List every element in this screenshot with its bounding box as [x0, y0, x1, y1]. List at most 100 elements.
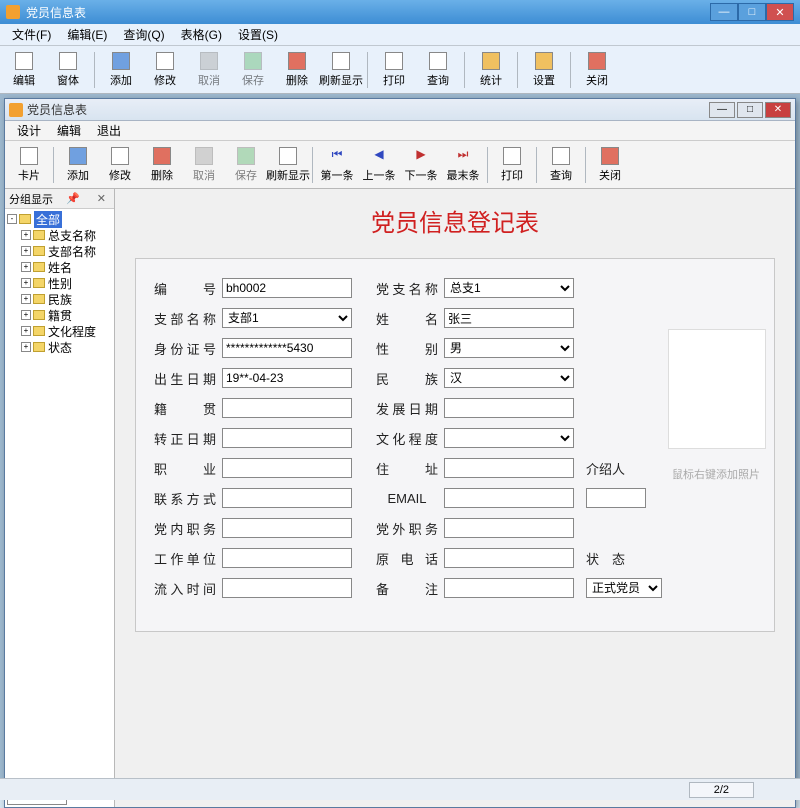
- inner-maximize-button[interactable]: □: [737, 102, 763, 118]
- toolbar-label: 卡片: [18, 167, 40, 183]
- add-button[interactable]: 添加: [58, 145, 98, 185]
- inflow-input[interactable]: [222, 578, 352, 598]
- dutyin-input[interactable]: [222, 518, 352, 538]
- next-icon: ▶: [412, 147, 430, 165]
- tree-node[interactable]: + 性别: [7, 275, 112, 291]
- add-button[interactable]: 添加: [101, 50, 141, 90]
- expand-icon[interactable]: +: [21, 326, 31, 336]
- branch-sub-select[interactable]: 支部1: [222, 308, 352, 328]
- tree-node[interactable]: + 文化程度: [7, 323, 112, 339]
- tree-label: 文化程度: [48, 323, 96, 340]
- tree-node[interactable]: +状态: [7, 339, 112, 355]
- email-input[interactable]: [444, 488, 574, 508]
- close-button[interactable]: 关闭: [590, 145, 630, 185]
- id-input[interactable]: [222, 278, 352, 298]
- status-select[interactable]: 正式党员: [586, 578, 662, 598]
- save-button[interactable]: 保存: [233, 50, 273, 90]
- label-origin: 籍 贯: [154, 399, 216, 418]
- toolbar-label: 窗体: [57, 72, 79, 88]
- menu-item[interactable]: 退出: [89, 121, 129, 140]
- branch-main-select[interactable]: 总支1: [444, 278, 574, 298]
- minimize-button[interactable]: —: [710, 3, 738, 21]
- prev-button[interactable]: ◀上一条: [359, 145, 399, 185]
- devdate-input[interactable]: [444, 398, 574, 418]
- close-button[interactable]: 关闭: [577, 50, 617, 90]
- modify-button[interactable]: 修改: [100, 145, 140, 185]
- sidebar-tree[interactable]: -全部+总支名称+支部名称+姓名+性别+民族+籍贯+文化程度+状态: [5, 209, 114, 787]
- expand-icon[interactable]: +: [21, 262, 31, 272]
- sidebar-close-icon[interactable]: ✕: [93, 192, 110, 205]
- delete-button[interactable]: 删除: [142, 145, 182, 185]
- edit-button[interactable]: 编辑: [4, 50, 44, 90]
- label-transdate: 转正日期: [154, 429, 216, 448]
- maximize-button[interactable]: □: [738, 3, 766, 21]
- tree-root[interactable]: -全部: [7, 211, 112, 227]
- inner-close-button[interactable]: ✕: [765, 102, 791, 118]
- intro-input[interactable]: [586, 488, 646, 508]
- menu-item[interactable]: 编辑: [49, 121, 89, 140]
- label-email: EMAIL: [376, 491, 438, 506]
- expand-icon[interactable]: +: [21, 246, 31, 256]
- remark-input[interactable]: [444, 578, 574, 598]
- form-button[interactable]: 窗体: [48, 50, 88, 90]
- tree-node[interactable]: +支部名称: [7, 243, 112, 259]
- expand-icon[interactable]: +: [21, 310, 31, 320]
- tree-node[interactable]: +籍贯: [7, 307, 112, 323]
- expand-icon[interactable]: +: [21, 278, 31, 288]
- job-input[interactable]: [222, 458, 352, 478]
- expand-icon[interactable]: +: [21, 230, 31, 240]
- dutyout-input[interactable]: [444, 518, 574, 538]
- cancel-button[interactable]: 取消: [189, 50, 229, 90]
- contact-input[interactable]: [222, 488, 352, 508]
- expand-icon[interactable]: +: [21, 342, 31, 352]
- menu-item[interactable]: 设置(S): [230, 24, 286, 45]
- last-button[interactable]: ⏭最末条: [443, 145, 483, 185]
- sidebar-pin-icon[interactable]: 📌: [62, 192, 84, 205]
- modify-icon: [111, 147, 129, 165]
- save-button[interactable]: 保存: [226, 145, 266, 185]
- refresh-button[interactable]: 刷新显示: [268, 145, 308, 185]
- tree-node[interactable]: +姓名: [7, 259, 112, 275]
- name-input[interactable]: [444, 308, 574, 328]
- menu-item[interactable]: 文件(F): [4, 24, 59, 45]
- origin-input[interactable]: [222, 398, 352, 418]
- birth-input[interactable]: [222, 368, 352, 388]
- edit-icon: [15, 52, 33, 70]
- menu-item[interactable]: 表格(G): [173, 24, 230, 45]
- menu-item[interactable]: 查询(Q): [115, 24, 172, 45]
- addr-input[interactable]: [444, 458, 574, 478]
- tree-label: 性别: [48, 275, 72, 292]
- first-button[interactable]: ⏮第一条: [317, 145, 357, 185]
- workunit-input[interactable]: [222, 548, 352, 568]
- folder-icon: [19, 214, 31, 224]
- refresh-button[interactable]: 刷新显示: [321, 50, 361, 90]
- outer-toolbar: 编辑窗体 添加修改取消保存删除刷新显示打印查询统计设置关闭: [0, 46, 800, 94]
- nation-select[interactable]: 汉: [444, 368, 574, 388]
- cancel-button[interactable]: 取消: [184, 145, 224, 185]
- print-button[interactable]: 打印: [374, 50, 414, 90]
- expand-icon[interactable]: -: [7, 214, 17, 224]
- search-button[interactable]: 查询: [418, 50, 458, 90]
- tree-node[interactable]: +民族: [7, 291, 112, 307]
- close-button[interactable]: ✕: [766, 3, 794, 21]
- gender-select[interactable]: 男: [444, 338, 574, 358]
- edu-select[interactable]: [444, 428, 574, 448]
- expand-icon[interactable]: +: [21, 294, 31, 304]
- menu-item[interactable]: 设计: [9, 121, 49, 140]
- card-button[interactable]: 卡片: [9, 145, 49, 185]
- idcard-input[interactable]: [222, 338, 352, 358]
- menu-item[interactable]: 编辑(E): [59, 24, 115, 45]
- delete-button[interactable]: 删除: [277, 50, 317, 90]
- settings-button[interactable]: 设置: [524, 50, 564, 90]
- modify-button[interactable]: 修改: [145, 50, 185, 90]
- label-status: 状 态: [586, 549, 625, 568]
- stats-button[interactable]: 统计: [471, 50, 511, 90]
- search-button[interactable]: 查询: [541, 145, 581, 185]
- inner-minimize-button[interactable]: —: [709, 102, 735, 118]
- next-button[interactable]: ▶下一条: [401, 145, 441, 185]
- print-button[interactable]: 打印: [492, 145, 532, 185]
- phone-input[interactable]: [444, 548, 574, 568]
- tree-node[interactable]: +总支名称: [7, 227, 112, 243]
- photo-placeholder[interactable]: [668, 329, 766, 449]
- transdate-input[interactable]: [222, 428, 352, 448]
